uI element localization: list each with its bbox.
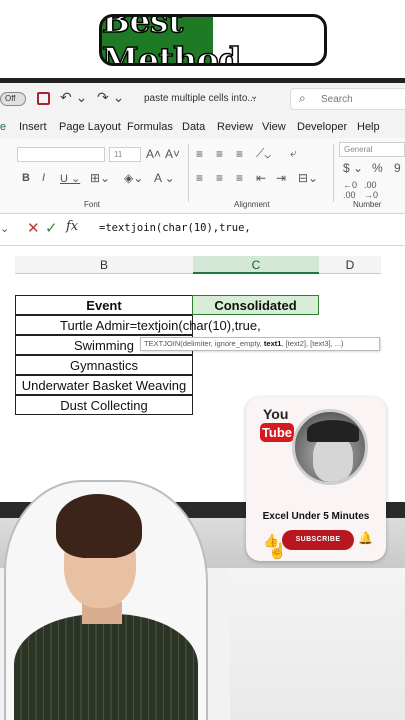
align-left-icon[interactable]: ≡ bbox=[196, 171, 203, 185]
excel-title-bar: Off ↶ ⌄ ↷ ⌄ paste multiple cells into...… bbox=[0, 78, 405, 116]
insert-function-icon[interactable]: fx bbox=[66, 219, 78, 234]
chevron-down-icon[interactable]: ⌄ bbox=[250, 91, 258, 102]
orientation-icon[interactable]: ⟋⌄ bbox=[256, 146, 271, 161]
tab-developer[interactable]: Developer bbox=[297, 121, 347, 133]
tab-data[interactable]: Data bbox=[182, 121, 205, 133]
redo-icon[interactable]: ↷ ⌄ bbox=[97, 89, 124, 106]
font-color-icon[interactable]: A ⌄ bbox=[154, 171, 175, 185]
decrease-decimal-icon[interactable]: .00 →0 bbox=[364, 180, 378, 200]
borders-icon[interactable]: ⊞⌄ bbox=[90, 171, 110, 185]
tab-review[interactable]: Review bbox=[217, 121, 253, 133]
increase-indent-icon[interactable]: ⇥ bbox=[276, 171, 286, 185]
event-header-cell[interactable]: Event bbox=[15, 295, 193, 315]
search-placeholder: Search bbox=[321, 94, 353, 105]
search-icon: ⌕ bbox=[299, 91, 306, 105]
document-title[interactable]: paste multiple cells into... bbox=[144, 93, 256, 104]
save-icon[interactable] bbox=[37, 92, 50, 105]
consolidated-header-cell[interactable]: Consolidated bbox=[192, 295, 319, 315]
youtube-logo-you: You bbox=[263, 406, 289, 422]
function-tooltip[interactable]: TEXTJOIN(delimiter, ignore_empty, text1,… bbox=[140, 337, 380, 351]
channel-avatar bbox=[292, 409, 368, 485]
tab-formulas[interactable]: Formulas bbox=[127, 121, 173, 133]
subscribe-button[interactable]: SUBSCRIBE bbox=[282, 530, 354, 550]
decrease-font-icon[interactable]: A˅ bbox=[165, 147, 180, 161]
top-align-icon[interactable]: ≡ bbox=[196, 147, 203, 161]
event-cell-turtle-editing[interactable]: Turtle Admir=textjoin(char(10),true, bbox=[15, 315, 261, 335]
tooltip-current-arg: text1 bbox=[263, 339, 282, 348]
banner-text: Best Method bbox=[102, 14, 242, 66]
event-cell[interactable]: Underwater Basket Weaving bbox=[15, 375, 193, 395]
tab-page-layout[interactable]: Page Layout bbox=[59, 121, 121, 133]
cell-formula-text: =textjoin(char(10),true, bbox=[129, 318, 261, 333]
formula-bar: ⌄ ✕ ✓ fx =textjoin(char(10),true, bbox=[0, 214, 405, 246]
hand-cursor-icon: ☝ bbox=[268, 543, 288, 561]
presenter-shirt bbox=[14, 614, 198, 720]
increase-font-icon[interactable]: A˄ bbox=[146, 147, 161, 161]
bottom-align-icon[interactable]: ≡ bbox=[236, 147, 243, 161]
avatar-cap bbox=[307, 420, 359, 442]
tab-insert[interactable]: Insert bbox=[19, 121, 47, 133]
tooltip-suffix: , [text2], [text3], ...) bbox=[281, 339, 344, 348]
presenter-image bbox=[14, 494, 198, 720]
search-input[interactable]: ⌕ Search bbox=[290, 88, 405, 110]
best-method-banner: Best Method bbox=[99, 14, 327, 66]
column-header-b[interactable]: B bbox=[15, 256, 193, 274]
ribbon-tabs: e Insert Page Layout Formulas Data Revie… bbox=[0, 116, 405, 138]
tab-home[interactable]: e bbox=[0, 121, 6, 133]
undo-icon[interactable]: ↶ ⌄ bbox=[60, 89, 87, 106]
middle-align-icon[interactable]: ≡ bbox=[216, 147, 223, 161]
chevron-down-icon[interactable]: ⌄ bbox=[0, 222, 9, 235]
bold-icon[interactable]: B bbox=[22, 172, 30, 184]
ribbon-divider bbox=[188, 144, 189, 202]
number-group-label: Number bbox=[353, 200, 382, 209]
tab-view[interactable]: View bbox=[262, 121, 286, 133]
comma-icon[interactable]: 9 bbox=[394, 161, 401, 175]
align-center-icon[interactable]: ≡ bbox=[216, 171, 223, 185]
wrap-text-icon[interactable]: ⤶ bbox=[290, 146, 297, 161]
font-name-dropdown[interactable] bbox=[17, 147, 105, 162]
formula-input[interactable]: =textjoin(char(10),true, bbox=[99, 222, 251, 234]
bell-icon[interactable]: 🔔 bbox=[358, 531, 373, 545]
font-group-label: Font bbox=[84, 200, 101, 209]
screen: Best Method Off ↶ ⌄ ↷ ⌄ paste multiple c… bbox=[0, 0, 405, 720]
align-right-icon[interactable]: ≡ bbox=[236, 171, 243, 185]
presenter-hair bbox=[56, 494, 142, 558]
enter-check-icon[interactable]: ✓ bbox=[45, 219, 58, 237]
youtube-logo-tube: Tube bbox=[260, 423, 294, 442]
column-header-d[interactable]: D bbox=[319, 256, 381, 274]
number-format-dropdown[interactable]: General bbox=[339, 142, 405, 157]
tab-help[interactable]: Help bbox=[357, 121, 380, 133]
font-size-dropdown[interactable]: 11 bbox=[109, 147, 141, 162]
percent-icon[interactable]: % bbox=[372, 161, 383, 175]
merge-center-icon[interactable]: ⊟⌄ bbox=[298, 171, 318, 185]
decrease-indent-icon[interactable]: ⇤ bbox=[256, 171, 266, 185]
currency-icon[interactable]: $ ⌄ bbox=[343, 161, 363, 175]
youtube-subscribe-card: You Tube Excel Under 5 Minutes 👍 SUBSCRI… bbox=[246, 397, 386, 561]
increase-decimal-icon[interactable]: ←0.00 bbox=[343, 180, 357, 200]
fill-color-icon[interactable]: ◈⌄ bbox=[124, 171, 143, 185]
cancel-icon[interactable]: ✕ bbox=[27, 219, 40, 237]
tooltip-prefix: TEXTJOIN(delimiter, ignore_empty, bbox=[144, 339, 264, 348]
event-cell[interactable]: Dust Collecting bbox=[15, 395, 193, 415]
event-cell[interactable]: Gymnastics bbox=[15, 355, 193, 375]
autosave-toggle[interactable]: Off bbox=[0, 92, 26, 106]
ribbon-divider bbox=[333, 144, 334, 202]
youtube-logo: You Tube bbox=[260, 406, 296, 446]
ribbon-body: 11 A˄ A˅ B I U ⌄ ⊞⌄ ◈⌄ A ⌄ Font ≡ ≡ ≡ ⟋⌄… bbox=[0, 138, 405, 214]
italic-icon[interactable]: I bbox=[42, 172, 45, 184]
event-cell-text: Turtle Admir bbox=[60, 318, 130, 333]
monitor-stand bbox=[230, 568, 405, 720]
alignment-group-label: Alignment bbox=[234, 200, 270, 209]
underline-icon[interactable]: U ⌄ bbox=[60, 172, 80, 185]
column-header-c[interactable]: C bbox=[193, 256, 319, 274]
channel-name: Excel Under 5 Minutes bbox=[262, 511, 370, 522]
